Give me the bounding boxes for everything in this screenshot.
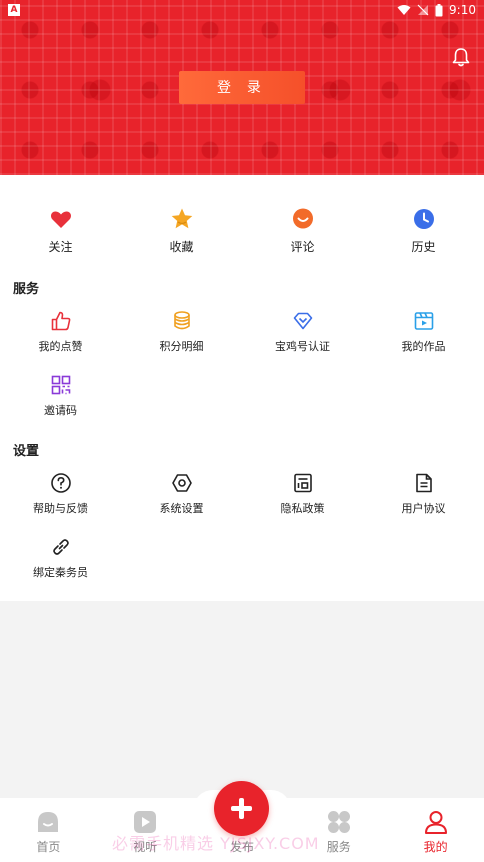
quick-actions: 关注 收藏 评论 历史: [0, 207, 484, 255]
services-grid: 我的点赞 积分明细 宝鸡号认证 我的作品 邀请码: [0, 310, 484, 438]
setting-privacy[interactable]: 隐私政策: [242, 472, 363, 536]
document-icon: [415, 473, 432, 493]
profile-header: A 9:10 登 录: [0, 0, 484, 175]
app-notification-icon: A: [8, 4, 20, 16]
setting-label: 系统设置: [159, 502, 204, 515]
quick-label: 收藏: [169, 240, 194, 254]
diamond-icon: [293, 312, 312, 330]
service-label: 积分明细: [159, 340, 204, 353]
service-label: 我的作品: [401, 340, 446, 353]
settings-title: 设置: [13, 444, 40, 459]
setting-bind-official[interactable]: 绑定秦务员: [0, 536, 121, 600]
status-bar: A 9:10: [0, 0, 484, 22]
login-button[interactable]: 登 录: [179, 71, 305, 104]
user-icon: [424, 811, 447, 834]
privacy-icon: [293, 473, 312, 493]
video-icon: [414, 312, 433, 330]
quick-history[interactable]: 历史: [363, 207, 484, 255]
clock-icon: [413, 209, 434, 229]
star-icon: [171, 208, 192, 229]
service-invite-code[interactable]: 邀请码: [0, 374, 121, 438]
setting-label: 帮助与反馈: [33, 502, 88, 515]
account-panel: 关注 收藏 评论 历史 服务 我的点赞 积分明细 宝鸡号认证 我的作品 邀请码 …: [0, 175, 484, 601]
service-label: 宝鸡号认证: [275, 340, 330, 353]
settings-icon: [171, 474, 192, 492]
coins-icon: [173, 311, 190, 330]
link-icon: [52, 539, 69, 555]
bell-icon[interactable]: [450, 46, 472, 68]
service-label: 邀请码: [44, 404, 77, 417]
nav-label: 首页: [36, 840, 61, 854]
publish-button[interactable]: [214, 781, 269, 836]
wifi-icon: [397, 5, 411, 15]
setting-label: 绑定秦务员: [33, 566, 88, 579]
service-verification[interactable]: 宝鸡号认证: [242, 310, 363, 374]
setting-label: 用户协议: [401, 502, 446, 515]
settings-grid: 帮助与反馈 系统设置 隐私政策 用户协议 绑定秦务员: [0, 472, 484, 600]
setting-help[interactable]: 帮助与反馈: [0, 472, 121, 536]
service-my-likes[interactable]: 我的点赞: [0, 310, 121, 374]
apps-icon: [327, 811, 350, 833]
quick-follow[interactable]: 关注: [0, 207, 121, 255]
heart-icon: [50, 211, 71, 228]
battery-icon: [435, 3, 443, 16]
quick-comments[interactable]: 评论: [242, 207, 363, 255]
nav-label: 我的: [423, 840, 448, 854]
service-my-works[interactable]: 我的作品: [363, 310, 484, 374]
setting-system[interactable]: 系统设置: [121, 472, 242, 536]
status-time: 9:10: [449, 3, 476, 17]
setting-user-agreement[interactable]: 用户协议: [363, 472, 484, 536]
qr-code-icon: [51, 375, 70, 395]
setting-label: 隐私政策: [280, 502, 325, 515]
quick-label: 关注: [48, 240, 73, 254]
quick-label: 评论: [290, 240, 315, 254]
help-icon: [50, 473, 71, 493]
home-icon: [38, 812, 59, 832]
services-title: 服务: [13, 282, 40, 297]
quick-favorites[interactable]: 收藏: [121, 207, 242, 255]
nav-mine[interactable]: 我的: [387, 798, 484, 862]
quick-label: 历史: [411, 240, 436, 254]
service-label: 我的点赞: [38, 340, 83, 353]
watermark: 必需手机精选 YJSJXY.COM: [112, 834, 320, 853]
service-points[interactable]: 积分明细: [121, 310, 242, 374]
signal-off-icon: [417, 4, 429, 16]
comment-icon: [292, 208, 313, 229]
thumbs-up-icon: [51, 311, 70, 331]
nav-home[interactable]: 首页: [0, 798, 97, 862]
